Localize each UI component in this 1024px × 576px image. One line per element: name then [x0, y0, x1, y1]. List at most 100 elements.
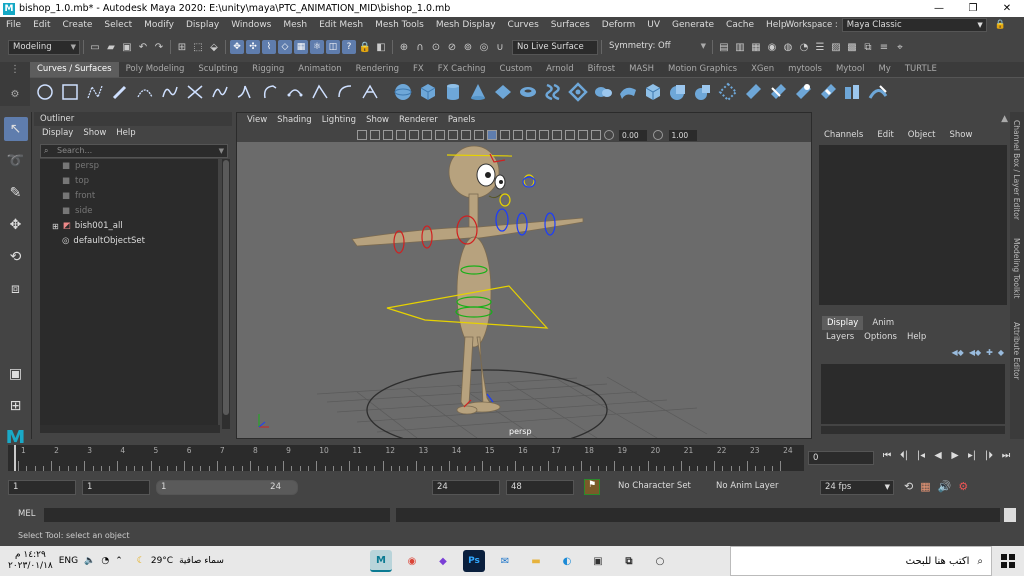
safe-action-icon[interactable]	[460, 130, 471, 140]
tab-mytool[interactable]: Mytool	[829, 62, 871, 77]
taskbar-search-input[interactable]: اكتب هنا للبحث ⌕	[730, 546, 992, 576]
viewport-menu-view[interactable]: View	[247, 113, 267, 128]
viewport-menu-renderer[interactable]: Renderer	[399, 113, 438, 128]
character-mesh[interactable]	[351, 145, 584, 415]
lights-icon[interactable]	[512, 130, 523, 140]
chrome-icon[interactable]: ◉	[401, 550, 423, 572]
image-plane-icon[interactable]	[382, 130, 393, 140]
language-indicator[interactable]: ENG	[59, 556, 78, 566]
menu-curves[interactable]: Curves	[502, 17, 545, 33]
play-backwards-icon[interactable]: ◀	[931, 450, 945, 461]
select-by-joint-icon[interactable]: ✣	[246, 40, 260, 54]
tab-fx-caching[interactable]: FX Caching	[431, 62, 493, 77]
paint-select-tool-icon[interactable]: ✎	[4, 181, 28, 205]
channel-edit-menu[interactable]: Edit	[877, 130, 893, 140]
go-to-start-icon[interactable]: ⏮	[880, 450, 894, 461]
ipr-render-icon[interactable]: ▦	[749, 40, 763, 54]
windows-start-button[interactable]	[992, 546, 1024, 576]
sign-in-icon[interactable]: ⌖	[893, 40, 907, 54]
viewport-menu-show[interactable]: Show	[366, 113, 389, 128]
collapse-icon[interactable]: ▲	[1001, 114, 1008, 124]
menu-mesh[interactable]: Mesh	[277, 17, 313, 33]
select-tool-icon[interactable]: ↖	[3, 117, 28, 141]
move-layer-up-icon[interactable]: ◀◆	[952, 348, 964, 357]
ambient-occlusion-icon[interactable]	[538, 130, 549, 140]
nurbs-sphere-icon[interactable]	[392, 81, 414, 103]
workspace-dropdown[interactable]: Maya Classic ▼	[841, 18, 987, 32]
layers-help-menu[interactable]: Help	[907, 332, 926, 342]
tab-curves-surfaces[interactable]: Curves / Surfaces	[30, 62, 119, 77]
edge-icon[interactable]: ◐	[556, 550, 578, 572]
tab-display[interactable]: Display	[822, 316, 864, 330]
render-frame-icon[interactable]: ▥	[733, 40, 747, 54]
gear-icon[interactable]: ⚙	[0, 89, 30, 100]
exposure-icon[interactable]	[603, 130, 614, 140]
select-by-dynamic-icon[interactable]: ⚛	[310, 40, 324, 54]
tab-my[interactable]: My	[871, 62, 897, 77]
intersect-icon[interactable]	[767, 81, 789, 103]
make-live-icon[interactable]: ◎	[477, 40, 491, 54]
tab-motion-graphics[interactable]: Motion Graphics	[661, 62, 744, 77]
field-chart-icon[interactable]	[447, 130, 458, 140]
dropper-app-icon[interactable]: ◆	[432, 550, 454, 572]
playback-start-field[interactable]: 1	[82, 480, 150, 495]
redo-icon[interactable]: ↷	[152, 40, 166, 54]
select-object-icon[interactable]: ⬚	[191, 40, 205, 54]
reverse-curve-icon[interactable]	[284, 81, 306, 103]
show-attribute-editor-icon[interactable]: ☰	[813, 40, 827, 54]
snap-grid-icon[interactable]: ⊕	[397, 40, 411, 54]
viewport-menu-shading[interactable]: Shading	[277, 113, 312, 128]
step-back-key-icon[interactable]: |◂	[914, 450, 928, 461]
show-outliner-icon[interactable]: ≡	[877, 40, 891, 54]
menu-edit[interactable]: Edit	[27, 17, 56, 33]
clock[interactable]: ١٤:٢٩ م ٢٠٢٣/٠١/١٨	[8, 550, 53, 572]
shadows-icon[interactable]	[525, 130, 536, 140]
current-frame-field[interactable]: 0	[808, 451, 874, 465]
snap-curve-icon[interactable]: ∩	[413, 40, 427, 54]
menu-windows[interactable]: Windows	[225, 17, 277, 33]
select-by-surface-icon[interactable]: ◇	[278, 40, 292, 54]
camera-attributes-icon[interactable]	[356, 130, 367, 140]
snap-view-plane-icon[interactable]: ⊘	[445, 40, 459, 54]
list-item[interactable]: ■ top	[40, 174, 218, 189]
list-item[interactable]: ◎ defaultObjectSet	[40, 234, 218, 249]
attach-surfaces-icon[interactable]	[842, 81, 864, 103]
tab-attribute-editor[interactable]: Attribute Editor	[1012, 322, 1021, 380]
wifi-icon[interactable]: ◔	[101, 556, 109, 566]
menu-deform[interactable]: Deform	[596, 17, 641, 33]
scale-tool-icon[interactable]: ⧈	[4, 277, 28, 301]
lock-selection-icon[interactable]: 🔒	[358, 40, 372, 54]
loft-icon[interactable]	[542, 81, 564, 103]
outliner-vertical-scrollbar[interactable]	[222, 159, 230, 429]
sculpt-geometry-icon[interactable]	[867, 81, 889, 103]
list-item[interactable]: ■ side	[40, 204, 218, 219]
rotate-tool-icon[interactable]: ⟲	[4, 245, 28, 269]
time-slider-track[interactable]: 1 2 3 4 5 6 7 8 9 10 11 12 13 14 15 16 17 18 19 20 21 22 23 24	[8, 445, 804, 471]
tab-bifrost[interactable]: Bifrost	[581, 62, 622, 77]
wireframe-icon[interactable]	[473, 130, 484, 140]
layers-options-menu[interactable]: Options	[864, 332, 897, 342]
nurbs-plane-icon[interactable]	[492, 81, 514, 103]
tab-sculpting[interactable]: Sculpting	[191, 62, 245, 77]
menu-create[interactable]: Create	[57, 17, 99, 33]
menu-display[interactable]: Display	[180, 17, 225, 33]
insert-knot-icon[interactable]	[359, 81, 381, 103]
birail-icon[interactable]	[617, 81, 639, 103]
menu-surfaces[interactable]: Surfaces	[545, 17, 596, 33]
new-layer-icon[interactable]: ✚	[986, 348, 993, 357]
chevron-down-icon[interactable]: ▼	[219, 145, 224, 157]
mel-label[interactable]: MEL	[18, 509, 35, 519]
select-by-rendering-icon[interactable]: ◫	[326, 40, 340, 54]
tab-mytools[interactable]: mytools	[781, 62, 829, 77]
isolate-select-icon[interactable]	[551, 130, 562, 140]
lasso-tool-icon[interactable]: ➰	[4, 149, 28, 173]
exposure-field[interactable]: 0.00	[619, 129, 647, 141]
revolve-icon[interactable]	[592, 81, 614, 103]
nurbs-cube-icon[interactable]	[417, 81, 439, 103]
list-item[interactable]: ■ front	[40, 189, 218, 204]
film-gate-icon[interactable]	[408, 130, 419, 140]
key-icon[interactable]: ▦	[920, 480, 930, 493]
menu-mesh-tools[interactable]: Mesh Tools	[369, 17, 430, 33]
lock-icon[interactable]: 🔒	[995, 20, 1006, 30]
tab-rendering[interactable]: Rendering	[349, 62, 406, 77]
